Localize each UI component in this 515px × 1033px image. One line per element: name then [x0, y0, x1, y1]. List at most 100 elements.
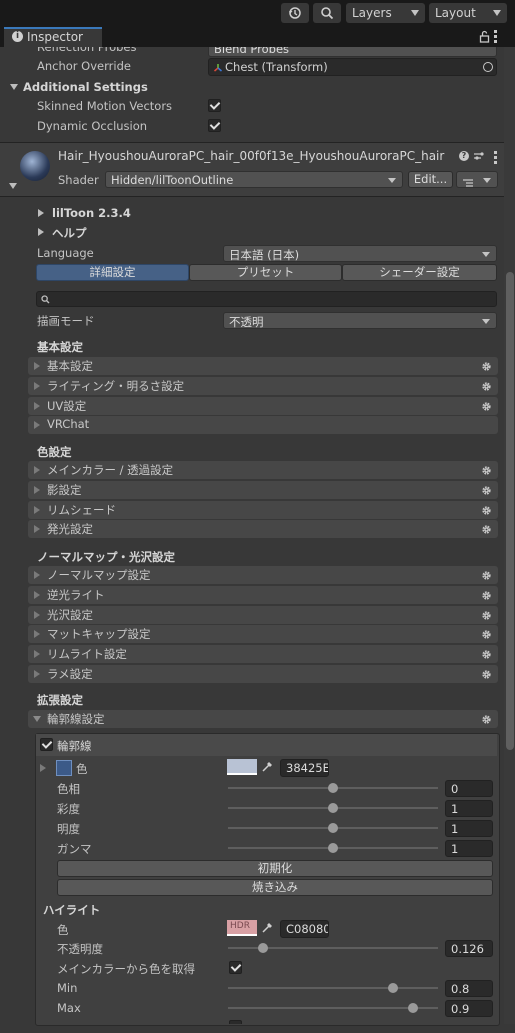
bake-button[interactable]: 焼き込み: [57, 879, 493, 896]
gear-icon[interactable]: [481, 714, 492, 725]
foldout-arrow-icon[interactable]: [38, 228, 44, 236]
chevron-down-icon: [493, 10, 501, 16]
eyedropper-icon[interactable]: [261, 760, 274, 776]
layout-dropdown[interactable]: Layout: [429, 3, 507, 23]
gear-icon[interactable]: [481, 485, 492, 496]
slider-handle[interactable]: [328, 843, 338, 853]
gear-icon[interactable]: [481, 570, 492, 581]
min-slider[interactable]: [228, 981, 438, 995]
min-input[interactable]: 0.8: [445, 980, 493, 997]
shader-dropdown[interactable]: Hidden/lilToonOutline: [105, 171, 403, 188]
gear-icon[interactable]: [481, 505, 492, 516]
eyedropper-icon[interactable]: [261, 921, 274, 937]
outline-color-hex-input[interactable]: 38425E: [280, 759, 329, 777]
skinned-motion-vectors-checkbox[interactable]: [208, 99, 221, 112]
object-picker-icon[interactable]: [483, 62, 493, 72]
gear-icon[interactable]: [481, 629, 492, 640]
hue-input[interactable]: 0: [445, 780, 493, 797]
gamma-input[interactable]: 1: [445, 840, 493, 857]
slider-handle[interactable]: [328, 803, 338, 813]
gear-icon[interactable]: [481, 649, 492, 660]
gamma-slider[interactable]: [228, 841, 438, 855]
gear-icon[interactable]: [481, 524, 492, 535]
more-menu-icon[interactable]: [494, 30, 498, 43]
search-input[interactable]: [36, 291, 497, 307]
section-normal-3[interactable]: マットキャップ設定: [28, 625, 498, 644]
render-mode-dropdown[interactable]: 不透明: [223, 312, 497, 329]
section-normal-4[interactable]: リムライト設定: [28, 645, 498, 664]
dynamic-occlusion-checkbox[interactable]: [208, 119, 221, 132]
help-icon[interactable]: ?: [459, 151, 469, 161]
section-normal-1[interactable]: 逆光ライト: [28, 585, 498, 604]
foldout-arrow-icon[interactable]: [9, 183, 17, 189]
outline-color-swatch[interactable]: [227, 759, 257, 775]
foldout-arrow-icon[interactable]: [40, 764, 46, 772]
gear-icon[interactable]: [481, 669, 492, 680]
gear-icon[interactable]: [481, 361, 492, 372]
slider-handle[interactable]: [328, 783, 338, 793]
slider-handle[interactable]: [388, 983, 398, 993]
section-color-1[interactable]: 影設定: [28, 480, 498, 499]
slider-handle[interactable]: [408, 1003, 418, 1013]
section-label: リムライト設定: [47, 647, 127, 662]
history-button[interactable]: [281, 3, 309, 23]
foldout-arrow-icon[interactable]: [10, 84, 18, 90]
section-color-3[interactable]: 発光設定: [28, 520, 498, 539]
outline-enable-checkbox[interactable]: [40, 738, 53, 751]
layers-dropdown[interactable]: Layers: [346, 3, 425, 23]
section-basic-0[interactable]: 基本設定: [28, 357, 498, 375]
max-slider[interactable]: [228, 1001, 438, 1015]
section-basic-1[interactable]: ライティング・明るさ設定: [28, 376, 498, 395]
brightness-input[interactable]: 1: [445, 820, 493, 837]
highlight-color-swatch[interactable]: HDR: [227, 920, 257, 936]
chevron-down-icon: [482, 319, 490, 324]
foldout-arrow-icon[interactable]: [38, 209, 44, 217]
opacity-label: 不透明度: [57, 942, 103, 956]
gear-icon[interactable]: [481, 610, 492, 621]
opacity-input[interactable]: 0.126: [445, 940, 493, 957]
slider-handle[interactable]: [328, 823, 338, 833]
section-color-2[interactable]: リムシェード: [28, 500, 498, 519]
help-foldout[interactable]: ヘルプ: [52, 225, 87, 241]
hue-slider[interactable]: [228, 781, 438, 795]
scrollbar-thumb[interactable]: [506, 272, 514, 750]
foldout-arrow-icon: [34, 525, 40, 534]
saturation-input[interactable]: 1: [445, 800, 493, 817]
reset-button[interactable]: 初期化: [57, 860, 493, 877]
anchor-override-field[interactable]: Chest (Transform): [208, 58, 497, 76]
texture-slot-icon[interactable]: [56, 760, 72, 776]
lock-icon[interactable]: [479, 30, 490, 46]
tab-inspector[interactable]: i Inspector: [4, 27, 102, 48]
slider-handle[interactable]: [258, 943, 268, 953]
gear-icon[interactable]: [481, 401, 492, 412]
highlight-color-label: 色: [57, 923, 69, 937]
language-dropdown[interactable]: 日本語 (日本): [223, 245, 497, 262]
tab-advanced-settings[interactable]: 詳細設定: [36, 264, 189, 281]
section-normal-0[interactable]: ノーマルマップ設定: [28, 566, 498, 584]
search-button[interactable]: [313, 3, 341, 23]
section-label: 逆光ライト: [47, 587, 105, 602]
tab-label: Inspector: [27, 30, 83, 44]
max-input[interactable]: 0.9: [445, 1000, 493, 1017]
section-normal-5[interactable]: ラメ設定: [28, 665, 498, 683]
tab-shader-settings[interactable]: シェーダー設定: [342, 264, 497, 281]
gear-icon[interactable]: [481, 381, 492, 392]
section-basic-2[interactable]: UV設定: [28, 396, 498, 415]
partial-checkbox[interactable]: [229, 1020, 242, 1024]
tab-presets[interactable]: プリセット: [189, 264, 342, 281]
saturation-slider[interactable]: [228, 801, 438, 815]
section-basic-3[interactable]: VRChat: [28, 416, 498, 435]
shader-edit-button[interactable]: Edit...: [408, 171, 453, 188]
brightness-slider[interactable]: [228, 821, 438, 835]
preset-icon[interactable]: [473, 150, 485, 165]
highlight-color-hex-input[interactable]: C08080: [280, 920, 329, 938]
gear-icon[interactable]: [481, 590, 492, 601]
section-extended-0[interactable]: 輪郭線設定: [28, 710, 498, 728]
section-color-0[interactable]: メインカラー / 透過設定: [28, 461, 498, 479]
gear-icon[interactable]: [481, 465, 492, 476]
maincolor-checkbox[interactable]: [229, 961, 242, 974]
opacity-slider[interactable]: [228, 941, 438, 955]
more-menu-icon[interactable]: [494, 151, 498, 164]
section-normal-2[interactable]: 光沢設定: [28, 605, 498, 624]
shader-options-dropdown[interactable]: [456, 171, 498, 188]
